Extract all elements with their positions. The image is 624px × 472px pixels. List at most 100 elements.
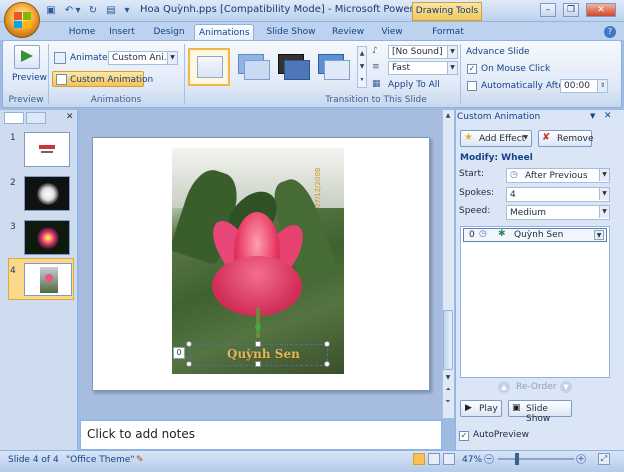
group-divider bbox=[48, 44, 49, 104]
resize-handle[interactable] bbox=[324, 341, 330, 347]
speed-label: Speed: bbox=[459, 206, 491, 216]
transition-fade-black[interactable] bbox=[274, 48, 316, 86]
auto-after-checkbox[interactable] bbox=[467, 81, 477, 91]
slide-thumbnail-3[interactable] bbox=[24, 220, 70, 255]
slide-show-button[interactable]: ▣ Slide Show bbox=[508, 400, 572, 424]
tab-home[interactable]: Home bbox=[62, 24, 102, 40]
save-icon[interactable]: ▣ bbox=[44, 4, 58, 18]
clock-icon: ◷ bbox=[479, 229, 487, 239]
transition-fade[interactable] bbox=[234, 48, 276, 86]
move-up-icon[interactable]: ▲ bbox=[498, 381, 510, 393]
notes-pane[interactable]: Click to add notes bbox=[80, 420, 442, 450]
custom-animation-icon bbox=[56, 74, 67, 85]
spelling-check-icon[interactable]: ✎ bbox=[136, 455, 144, 465]
tab-insert[interactable]: Insert bbox=[104, 24, 140, 40]
help-icon[interactable]: ? bbox=[604, 26, 616, 38]
preview-button[interactable]: Preview bbox=[12, 70, 47, 86]
fit-to-window-icon[interactable]: ⤢ bbox=[598, 453, 610, 465]
play-button[interactable]: ▶ Play bbox=[460, 400, 502, 417]
resize-handle[interactable] bbox=[255, 361, 261, 367]
tab-design[interactable]: Design bbox=[148, 24, 190, 40]
slide-thumbnail-1[interactable] bbox=[24, 132, 70, 167]
zoom-out-icon[interactable]: − bbox=[484, 454, 494, 464]
transition-gallery-scroll[interactable]: ▲ ▼ ▾ bbox=[357, 46, 367, 88]
move-down-icon[interactable]: ▼ bbox=[560, 381, 572, 393]
spokes-dropdown[interactable]: 4 ▼ bbox=[506, 187, 610, 202]
theme-name[interactable]: "Office Theme" bbox=[66, 455, 134, 465]
rotate-handle[interactable] bbox=[255, 324, 261, 330]
apply-to-all-button[interactable]: Apply To All bbox=[388, 77, 440, 93]
chevron-down-icon[interactable]: ▼ bbox=[594, 230, 604, 240]
remove-label: Remove bbox=[557, 134, 594, 144]
tab-format[interactable]: Format bbox=[428, 24, 468, 40]
animate-icon bbox=[54, 52, 66, 64]
preview-icon[interactable] bbox=[14, 45, 40, 69]
next-slide-icon[interactable]: ⏷ bbox=[443, 398, 453, 408]
tab-view[interactable]: View bbox=[376, 24, 408, 40]
open-icon[interactable]: ▤ bbox=[104, 4, 118, 18]
scroll-down-icon[interactable]: ▼ bbox=[443, 374, 453, 384]
zoom-slider-track[interactable] bbox=[498, 458, 574, 460]
slides-tab[interactable] bbox=[4, 112, 24, 124]
pane-menu-icon[interactable]: ▼ bbox=[590, 112, 595, 120]
auto-after-time-spinner[interactable]: 00:00 ⇕ bbox=[560, 79, 608, 93]
window-title: Hoa Quỳnh.pps [Compatibility Mode] - Mic… bbox=[140, 4, 458, 15]
speed-dropdown[interactable]: Medium ▼ bbox=[506, 205, 610, 220]
slide-show-label: Slide Show bbox=[526, 404, 551, 424]
tab-review[interactable]: Review bbox=[328, 24, 368, 40]
advance-slide-title: Advance Slide bbox=[466, 47, 530, 57]
transition-speed-dropdown[interactable]: Fast ▼ bbox=[388, 61, 458, 75]
remove-button[interactable]: ✘ Remove bbox=[538, 130, 594, 147]
qat-customize-icon[interactable]: ▾ bbox=[122, 4, 132, 18]
transition-cut[interactable] bbox=[314, 48, 356, 86]
play-icon: ▶ bbox=[465, 403, 472, 413]
resize-handle[interactable] bbox=[186, 341, 192, 347]
close-icon[interactable]: ✕ bbox=[586, 3, 616, 17]
on-mouse-click-checkbox[interactable]: ✓ bbox=[467, 64, 477, 74]
add-effect-button[interactable]: ★ Add Effect ▼ bbox=[460, 130, 532, 147]
zoom-slider-thumb[interactable] bbox=[515, 453, 519, 465]
resize-handle[interactable] bbox=[324, 361, 330, 367]
previous-slide-icon[interactable]: ⏶ bbox=[443, 386, 453, 396]
start-dropdown[interactable]: ◷ After Previous ▼ bbox=[506, 168, 610, 183]
animation-list-item[interactable]: 0 ◷ ✱ Quỳnh Sen ▼ bbox=[463, 228, 607, 242]
slide-number: 4 bbox=[10, 266, 16, 276]
scroll-thumb[interactable] bbox=[443, 310, 453, 370]
pane-close-icon[interactable]: ✕ bbox=[604, 111, 612, 121]
resize-handle[interactable] bbox=[255, 341, 261, 347]
zoom-level[interactable]: 47% bbox=[462, 455, 482, 465]
slide-sorter-icon[interactable] bbox=[428, 453, 440, 465]
normal-view-icon[interactable] bbox=[413, 453, 425, 465]
chevron-down-icon: ▼ bbox=[599, 169, 609, 181]
animate-dropdown[interactable]: Custom Ani... ▼ bbox=[108, 51, 178, 65]
tab-slide-show[interactable]: Slide Show bbox=[262, 24, 320, 40]
undo-dropdown-icon[interactable]: ▾ bbox=[74, 4, 82, 18]
autopreview-checkbox[interactable]: ✓ bbox=[459, 431, 469, 441]
minimize-icon[interactable]: – bbox=[540, 3, 556, 17]
pane-close-icon[interactable]: ✕ bbox=[66, 112, 74, 122]
resize-handle[interactable] bbox=[186, 361, 192, 367]
transition-sound-dropdown[interactable]: [No Sound] ▼ bbox=[388, 45, 458, 59]
tab-animations[interactable]: Animations bbox=[194, 24, 254, 40]
animation-order-tag[interactable]: 0 bbox=[173, 347, 185, 359]
scroll-up-icon[interactable]: ▲ bbox=[443, 112, 453, 122]
transition-none[interactable] bbox=[188, 48, 230, 86]
office-button[interactable] bbox=[4, 2, 40, 38]
slide-thumbnail-2[interactable] bbox=[24, 176, 70, 211]
redo-icon[interactable]: ↻ bbox=[86, 4, 100, 18]
play-label: Play bbox=[479, 404, 498, 414]
slide-thumbnail-4[interactable] bbox=[24, 263, 72, 296]
slide-scrollbar[interactable] bbox=[442, 110, 454, 418]
slide-number: 3 bbox=[10, 222, 16, 232]
group-divider bbox=[460, 44, 461, 104]
zoom-in-icon[interactable]: + bbox=[576, 454, 586, 464]
slide-show-view-icon[interactable] bbox=[443, 453, 455, 465]
outline-tab[interactable] bbox=[26, 112, 46, 124]
chevron-down-icon: ▼ bbox=[447, 46, 457, 58]
animation-list[interactable] bbox=[460, 226, 610, 378]
chevron-down-icon: ▼ bbox=[447, 62, 457, 74]
custom-animation-button[interactable]: Custom Animation bbox=[52, 71, 153, 87]
photo-date-stamp: 07/12/2008 bbox=[314, 167, 322, 208]
effect-star-icon: ✱ bbox=[498, 229, 506, 239]
restore-icon[interactable]: ❐ bbox=[563, 3, 579, 17]
